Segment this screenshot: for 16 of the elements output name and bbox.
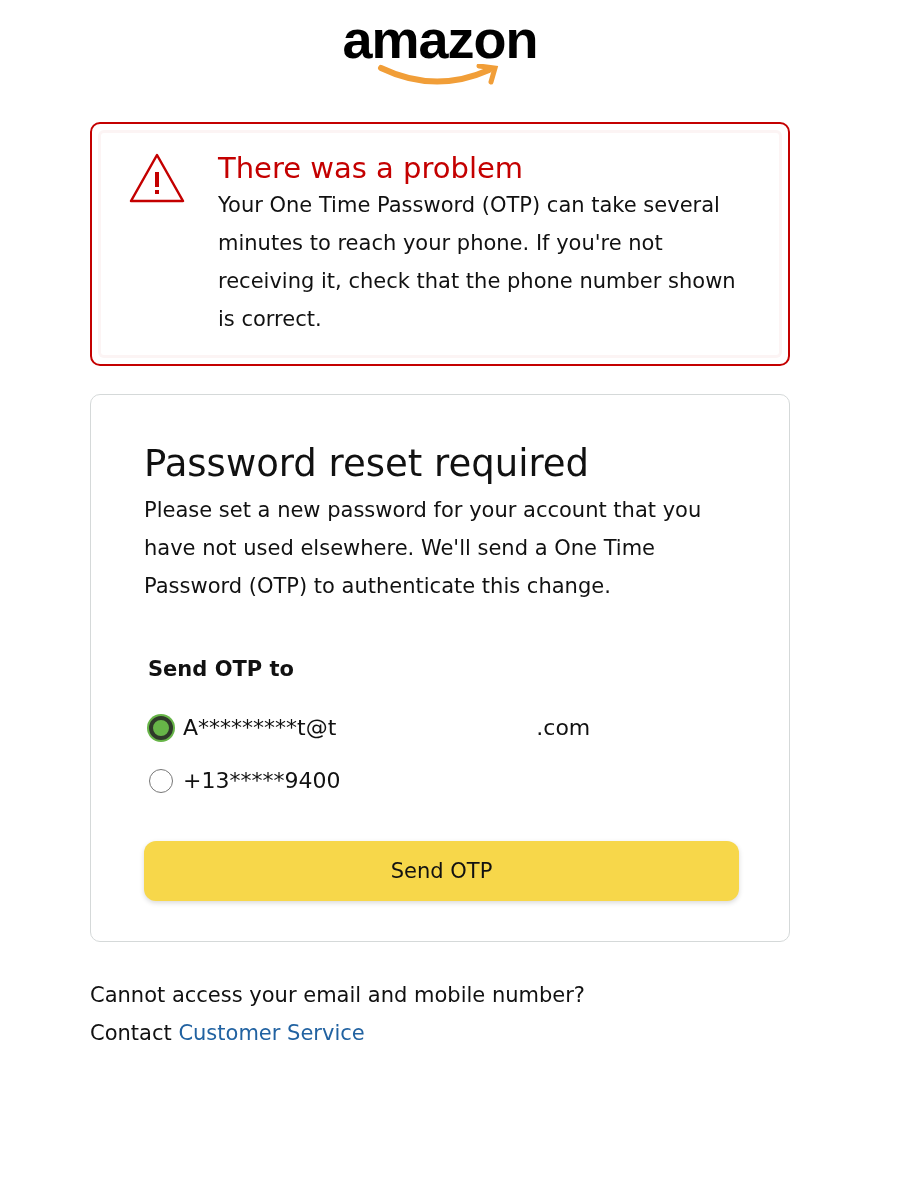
contact-text: Contact xyxy=(90,1021,172,1045)
option-label: .com xyxy=(536,715,591,740)
customer-service-link[interactable]: Customer Service xyxy=(178,1021,365,1045)
option-label: +13*****9400 xyxy=(183,768,341,793)
alert-title: There was a problem xyxy=(218,150,525,186)
card-title: Password reset required xyxy=(144,441,591,487)
radio-button[interactable] xyxy=(149,768,173,793)
option-label: A*********t@t xyxy=(183,715,337,740)
card-description: Please set a new password for your account that you have not used elsewhere. We'll send a One Time Password (OTP) to authenticate this change. xyxy=(144,497,703,600)
group-label: Send OTP to xyxy=(148,657,295,681)
amazon-logo: amazon xyxy=(342,14,538,88)
warning-icon xyxy=(128,152,186,204)
radio-button[interactable] xyxy=(149,715,173,740)
alert-message: Your One Time Password (OTP) can take several minutes to reach your phone. If you're not receiving it, check that the phone number shown is correct. xyxy=(218,192,737,333)
help-text: Cannot access your email and mobile number? xyxy=(90,982,587,1009)
send-otp-button[interactable]: Send OTP xyxy=(144,841,739,901)
